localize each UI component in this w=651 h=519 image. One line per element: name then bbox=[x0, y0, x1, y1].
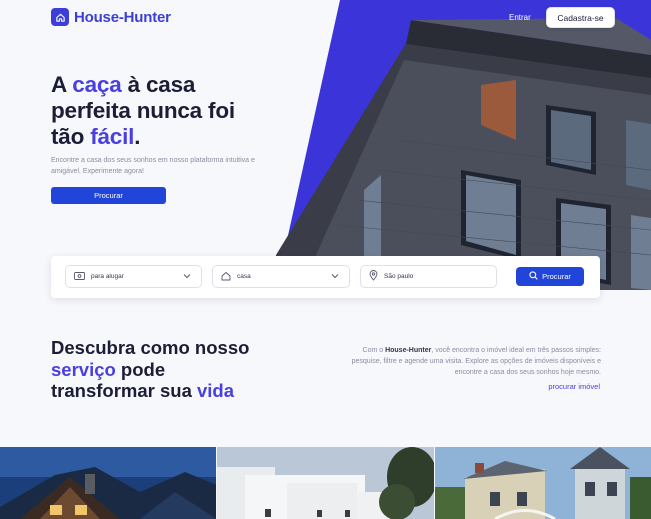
hero-building-image bbox=[276, 0, 651, 290]
money-icon bbox=[74, 271, 85, 282]
hero-search-button[interactable]: Procurar bbox=[51, 187, 166, 204]
chevron-down-icon bbox=[331, 273, 339, 281]
discover-title-part: Descubra como nosso bbox=[51, 337, 250, 358]
purpose-select[interactable]: para alugar bbox=[65, 265, 202, 288]
hero-title-part: A bbox=[51, 72, 73, 97]
property-image[interactable] bbox=[217, 447, 434, 519]
search-button-label: Procurar bbox=[542, 272, 571, 281]
search-property-link[interactable]: procurar imóvel bbox=[548, 382, 600, 391]
search-button[interactable]: Procurar bbox=[516, 267, 584, 286]
property-type-value: casa bbox=[237, 273, 251, 280]
hero-title-part: . bbox=[134, 124, 141, 149]
search-bar: para alugar casa São paulo Procurar bbox=[51, 256, 600, 298]
property-type-select[interactable]: casa bbox=[212, 265, 350, 288]
property-image[interactable] bbox=[0, 447, 217, 519]
chevron-down-icon bbox=[183, 273, 191, 281]
purpose-value: para alugar bbox=[91, 273, 124, 280]
hero-title-accent: caça bbox=[72, 72, 122, 97]
discover-description: Com o House-Hunter, você encontra o imóv… bbox=[344, 346, 601, 378]
location-value: São paulo bbox=[384, 273, 414, 280]
hero-title-accent: fácil bbox=[90, 124, 135, 149]
logo[interactable]: House-Hunter bbox=[51, 8, 171, 26]
discover-brand: House-Hunter bbox=[385, 347, 432, 354]
search-icon bbox=[529, 271, 538, 282]
property-gallery bbox=[0, 447, 651, 519]
logo-text: House-Hunter bbox=[74, 8, 171, 26]
hero-subtitle: Encontre a casa dos seus sonhos em nosso… bbox=[51, 157, 255, 175]
house-icon bbox=[221, 271, 231, 283]
discover-title-accent: vida bbox=[197, 380, 235, 401]
location-input[interactable]: São paulo bbox=[360, 265, 497, 288]
discover-title-accent: serviço bbox=[51, 358, 116, 380]
hero-title: A caça à casa perfeita nunca foi tão fác… bbox=[51, 72, 271, 150]
location-pin-icon bbox=[369, 270, 378, 283]
discover-title: Descubra como nosso serviço pode transfo… bbox=[51, 337, 271, 402]
discover-text-part: Com o bbox=[362, 347, 386, 354]
login-link[interactable]: Entrar bbox=[509, 13, 531, 22]
home-icon bbox=[51, 8, 69, 26]
signup-button[interactable]: Cadastra-se bbox=[546, 7, 615, 28]
property-image[interactable] bbox=[434, 447, 651, 519]
